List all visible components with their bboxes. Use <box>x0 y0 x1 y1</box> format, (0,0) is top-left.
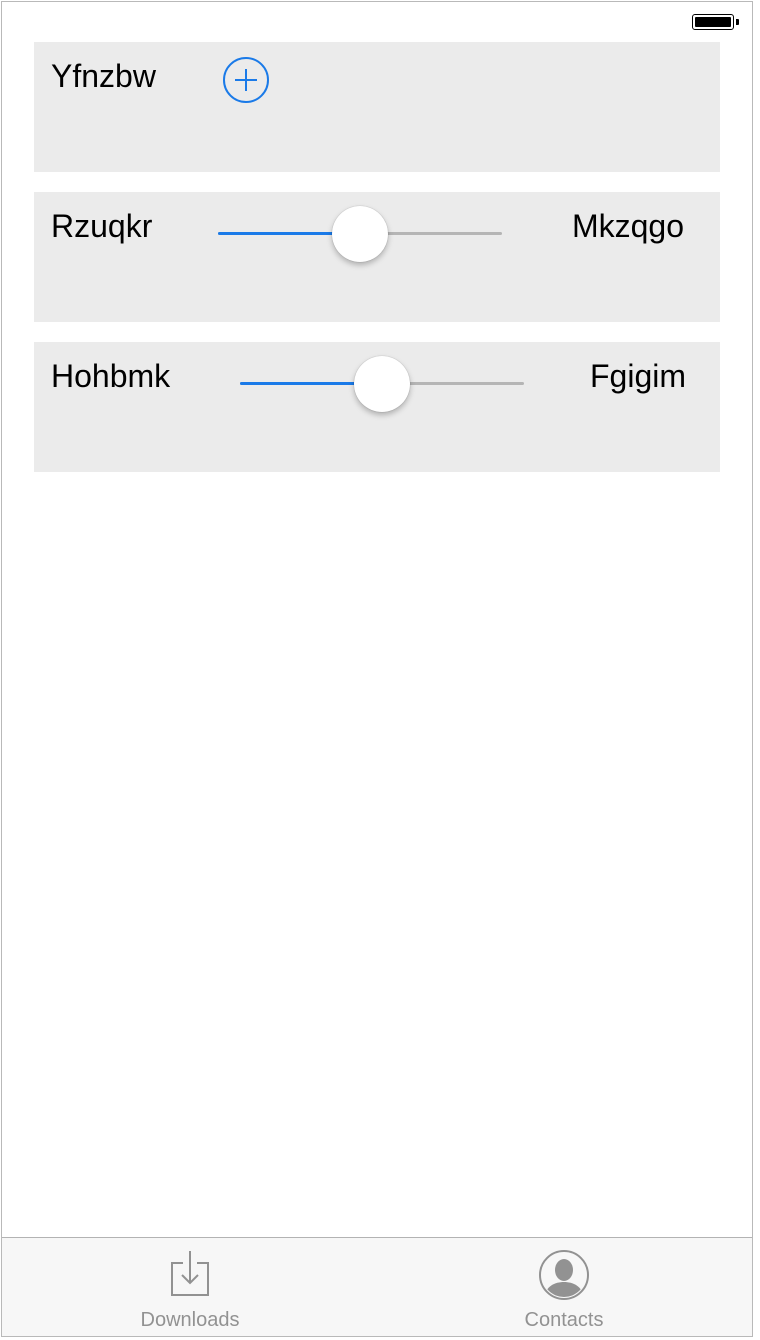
plus-circle-icon <box>235 69 257 91</box>
tab-label: Contacts <box>524 1309 604 1331</box>
row-label: Yfnzbw <box>51 58 156 94</box>
slider-thumb[interactable] <box>332 206 388 262</box>
battery-icon <box>692 14 734 30</box>
row-label: Hohbmk <box>51 358 171 394</box>
contact-icon <box>539 1250 589 1300</box>
tab-contacts[interactable]: Contacts <box>454 1238 674 1336</box>
battery-level <box>695 17 731 27</box>
download-icon <box>171 1251 209 1296</box>
row-hohbmk: Hohbmk Fgigim <box>34 342 720 472</box>
tab-downloads[interactable]: Downloads <box>80 1238 300 1336</box>
battery-tip <box>736 19 739 25</box>
row-label: Rzuqkr <box>51 208 153 244</box>
row-rzuqkr: Rzuqkr Mkzqgo <box>34 192 720 322</box>
row-trailing-label: Mkzqgo <box>571 208 684 244</box>
add-button[interactable] <box>223 57 269 103</box>
row-yfnzbw: Yfnzbw <box>34 42 720 172</box>
tab-label: Downloads <box>140 1309 240 1331</box>
row-trailing-label: Fgigim <box>589 358 686 394</box>
slider[interactable] <box>240 356 524 412</box>
tab-bar: Downloads Contacts <box>2 1237 752 1336</box>
slider[interactable] <box>218 206 502 262</box>
slider-thumb[interactable] <box>354 356 410 412</box>
